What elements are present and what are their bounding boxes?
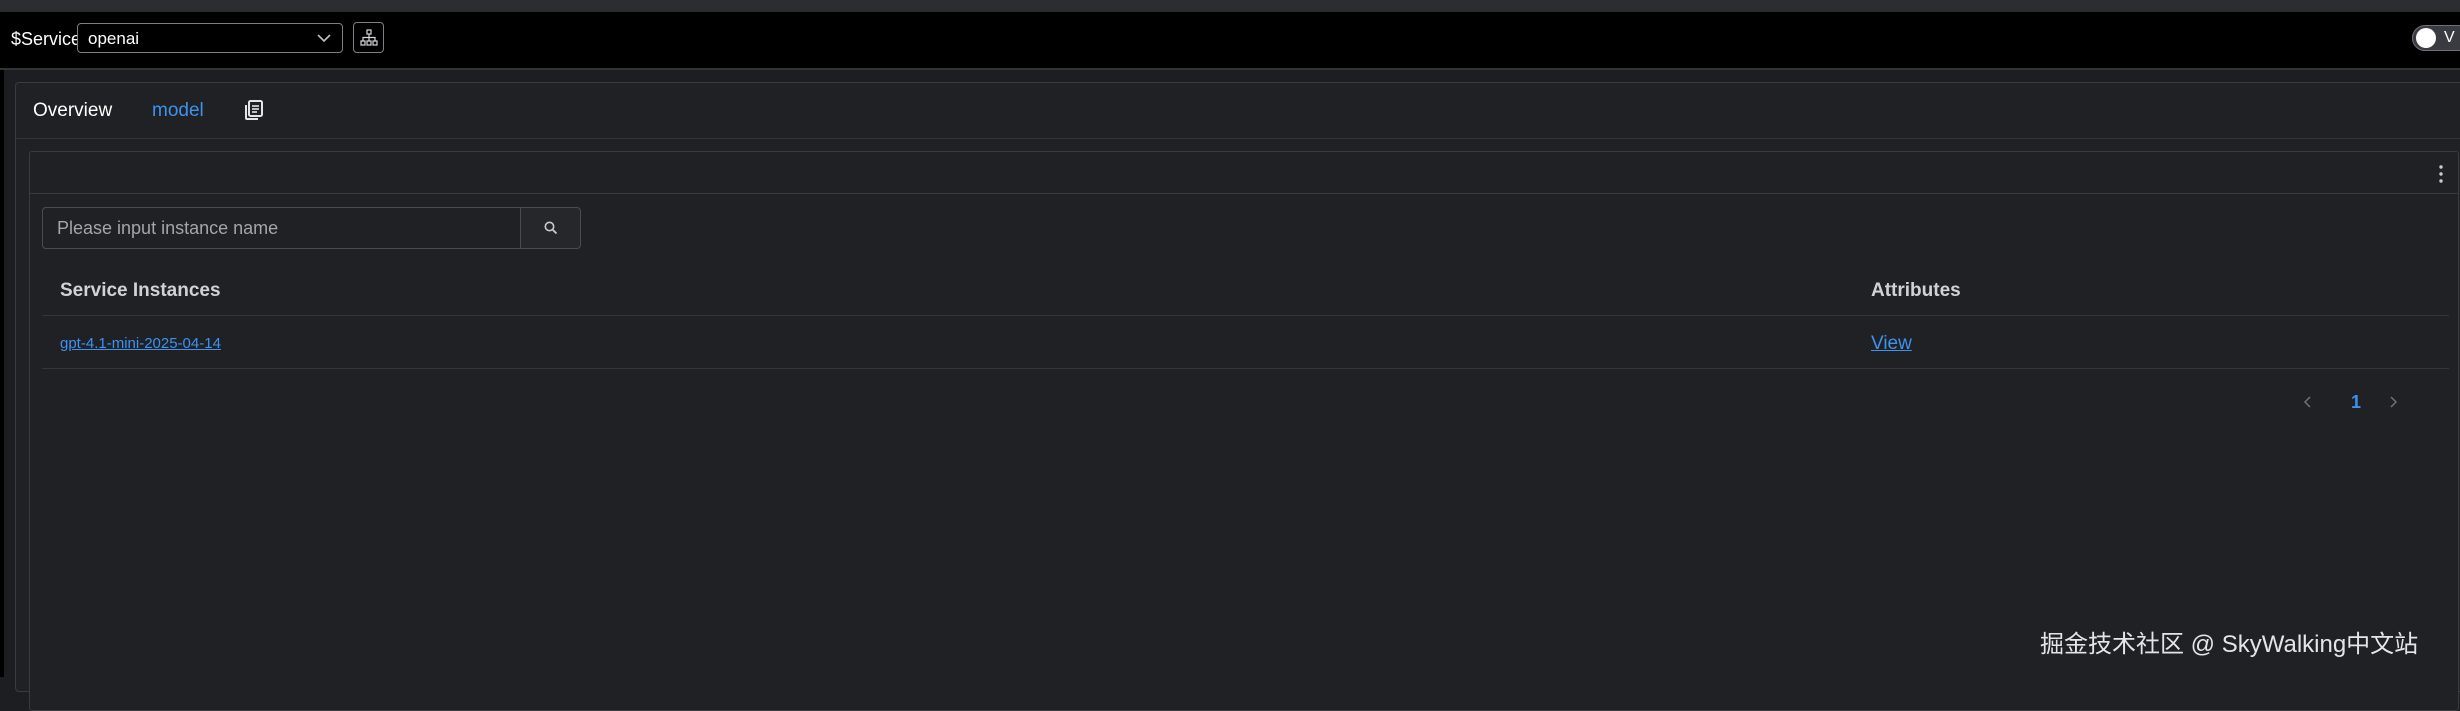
topology-button[interactable] [353, 22, 384, 53]
table-divider [42, 368, 2449, 369]
topology-icon [360, 29, 378, 46]
service-label: $Service [11, 29, 82, 49]
tab-bar: Overview model [16, 83, 2460, 139]
copy-icon[interactable] [242, 98, 266, 122]
service-select[interactable]: openai [77, 23, 343, 53]
column-header-service-instances: Service Instances [60, 280, 221, 301]
top-strip [0, 0, 2460, 12]
pagination-page[interactable]: 1 [2351, 392, 2361, 413]
chevron-left-icon[interactable] [2300, 392, 2314, 412]
watermark: 掘金技术社区 @ SkyWalking中文站 [2040, 631, 2419, 658]
kebab-menu-icon[interactable] [2438, 164, 2444, 184]
service-select-value: openai [88, 29, 140, 48]
search-icon [544, 221, 558, 235]
instance-link[interactable]: gpt-4.1-mini-2025-04-14 [60, 335, 221, 352]
view-attributes-link[interactable]: View [1871, 333, 1912, 355]
search-button[interactable] [520, 207, 581, 249]
theme-toggle[interactable]: V [2412, 25, 2460, 51]
table-divider [42, 315, 2449, 316]
tab-overview[interactable]: Overview [33, 100, 112, 122]
toolbar: $Service openai V [0, 12, 2460, 70]
toggle-text: V [2444, 29, 2455, 46]
chevron-down-icon [317, 34, 331, 43]
widget-header [30, 152, 2458, 194]
left-edge [0, 70, 4, 677]
chevron-right-icon[interactable] [2387, 392, 2401, 412]
dashboard-panel: Overview model Service Instances Att [15, 82, 2460, 711]
toggle-knob [2416, 28, 2436, 48]
instance-search-input[interactable] [42, 207, 520, 249]
column-header-attributes: Attributes [1871, 280, 1961, 301]
tab-model[interactable]: model [152, 100, 204, 122]
